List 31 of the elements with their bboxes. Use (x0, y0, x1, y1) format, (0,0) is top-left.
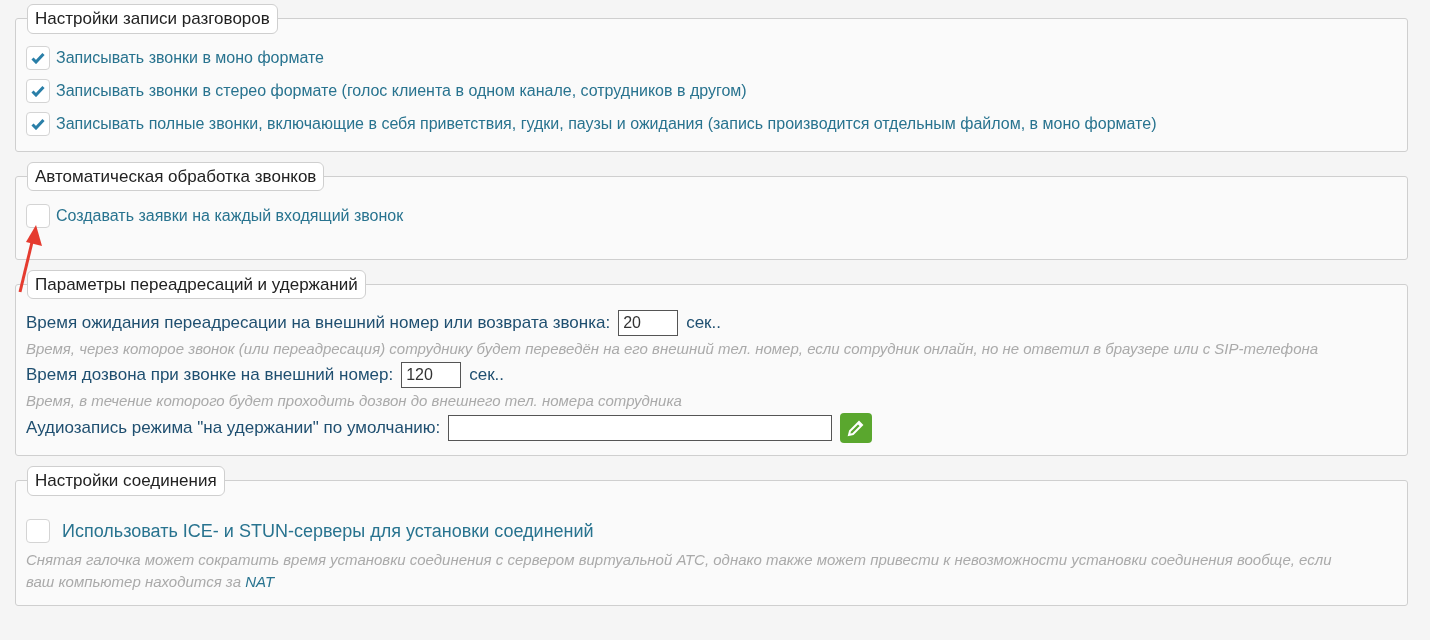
checkbox[interactable] (26, 519, 50, 543)
field-label: Время ожидания переадресации на внешний номер или возврата звонка: (26, 312, 611, 335)
checkbox[interactable] (26, 79, 50, 103)
checkbox-label: Записывать звонки в моно формате (56, 48, 324, 68)
checkbox-label: Создавать заявки на каждый входящий звонок (56, 205, 404, 226)
checkbox[interactable] (26, 112, 50, 136)
checkbox-label: Использовать ICE- и STUN-серверы для установки соединений (62, 519, 594, 543)
checkmark-icon (31, 118, 45, 130)
nat-link[interactable]: NAT (245, 572, 275, 590)
section-title: Настройки соединения (27, 466, 225, 496)
number-input[interactable]: 120 (401, 362, 462, 388)
section-title: Автоматическая обработка звонков (27, 161, 325, 191)
hint-text: Время, в течение которого будет проходить дозвон до внешнего тел. номера сотрудника (26, 391, 683, 411)
edit-button[interactable] (840, 413, 873, 443)
audio-file-input[interactable] (448, 415, 833, 441)
section-title: Настройки записи разговоров (27, 4, 278, 34)
unit-label: сек.. (686, 312, 721, 335)
field-label: Время дозвона при звонке на внешний номер: (26, 364, 394, 387)
number-input[interactable]: 20 (618, 310, 679, 336)
checkbox[interactable] (26, 46, 50, 70)
pencil-icon (847, 419, 866, 437)
checkbox-label: Записывать звонки в стерео формате (голос клиента в одном канале, сотрудников в другом) (56, 81, 747, 101)
checkmark-icon (31, 85, 45, 97)
field-label: Аудиозапись режима "на удержании" по умолчанию: (26, 417, 441, 440)
hint-text: Время, через которое звонок (или переадресация) сотруднику будет переведён на его внешний тел. номер, если сотрудник онлайн, но не ответил в браузере или с SIP-телефона (26, 339, 1320, 359)
section-title: Параметры переадресаций и удержаний (27, 269, 366, 299)
checkbox-label: Записывать полные звонки, включающие в себя приветствия, гудки, паузы и ожидания (запись производится отдельным файлом, в моно формате) (56, 114, 1157, 134)
unit-label: сек.. (469, 364, 505, 387)
checkbox[interactable] (26, 203, 50, 228)
hint-text: Снятая галочка может сократить время установки соединения с сервером виртуальной АТС, однако также может привести к невозможности установки соединения вообще, если ваш компьютер находится за NAT (26, 549, 1333, 592)
checkmark-icon (31, 52, 45, 64)
